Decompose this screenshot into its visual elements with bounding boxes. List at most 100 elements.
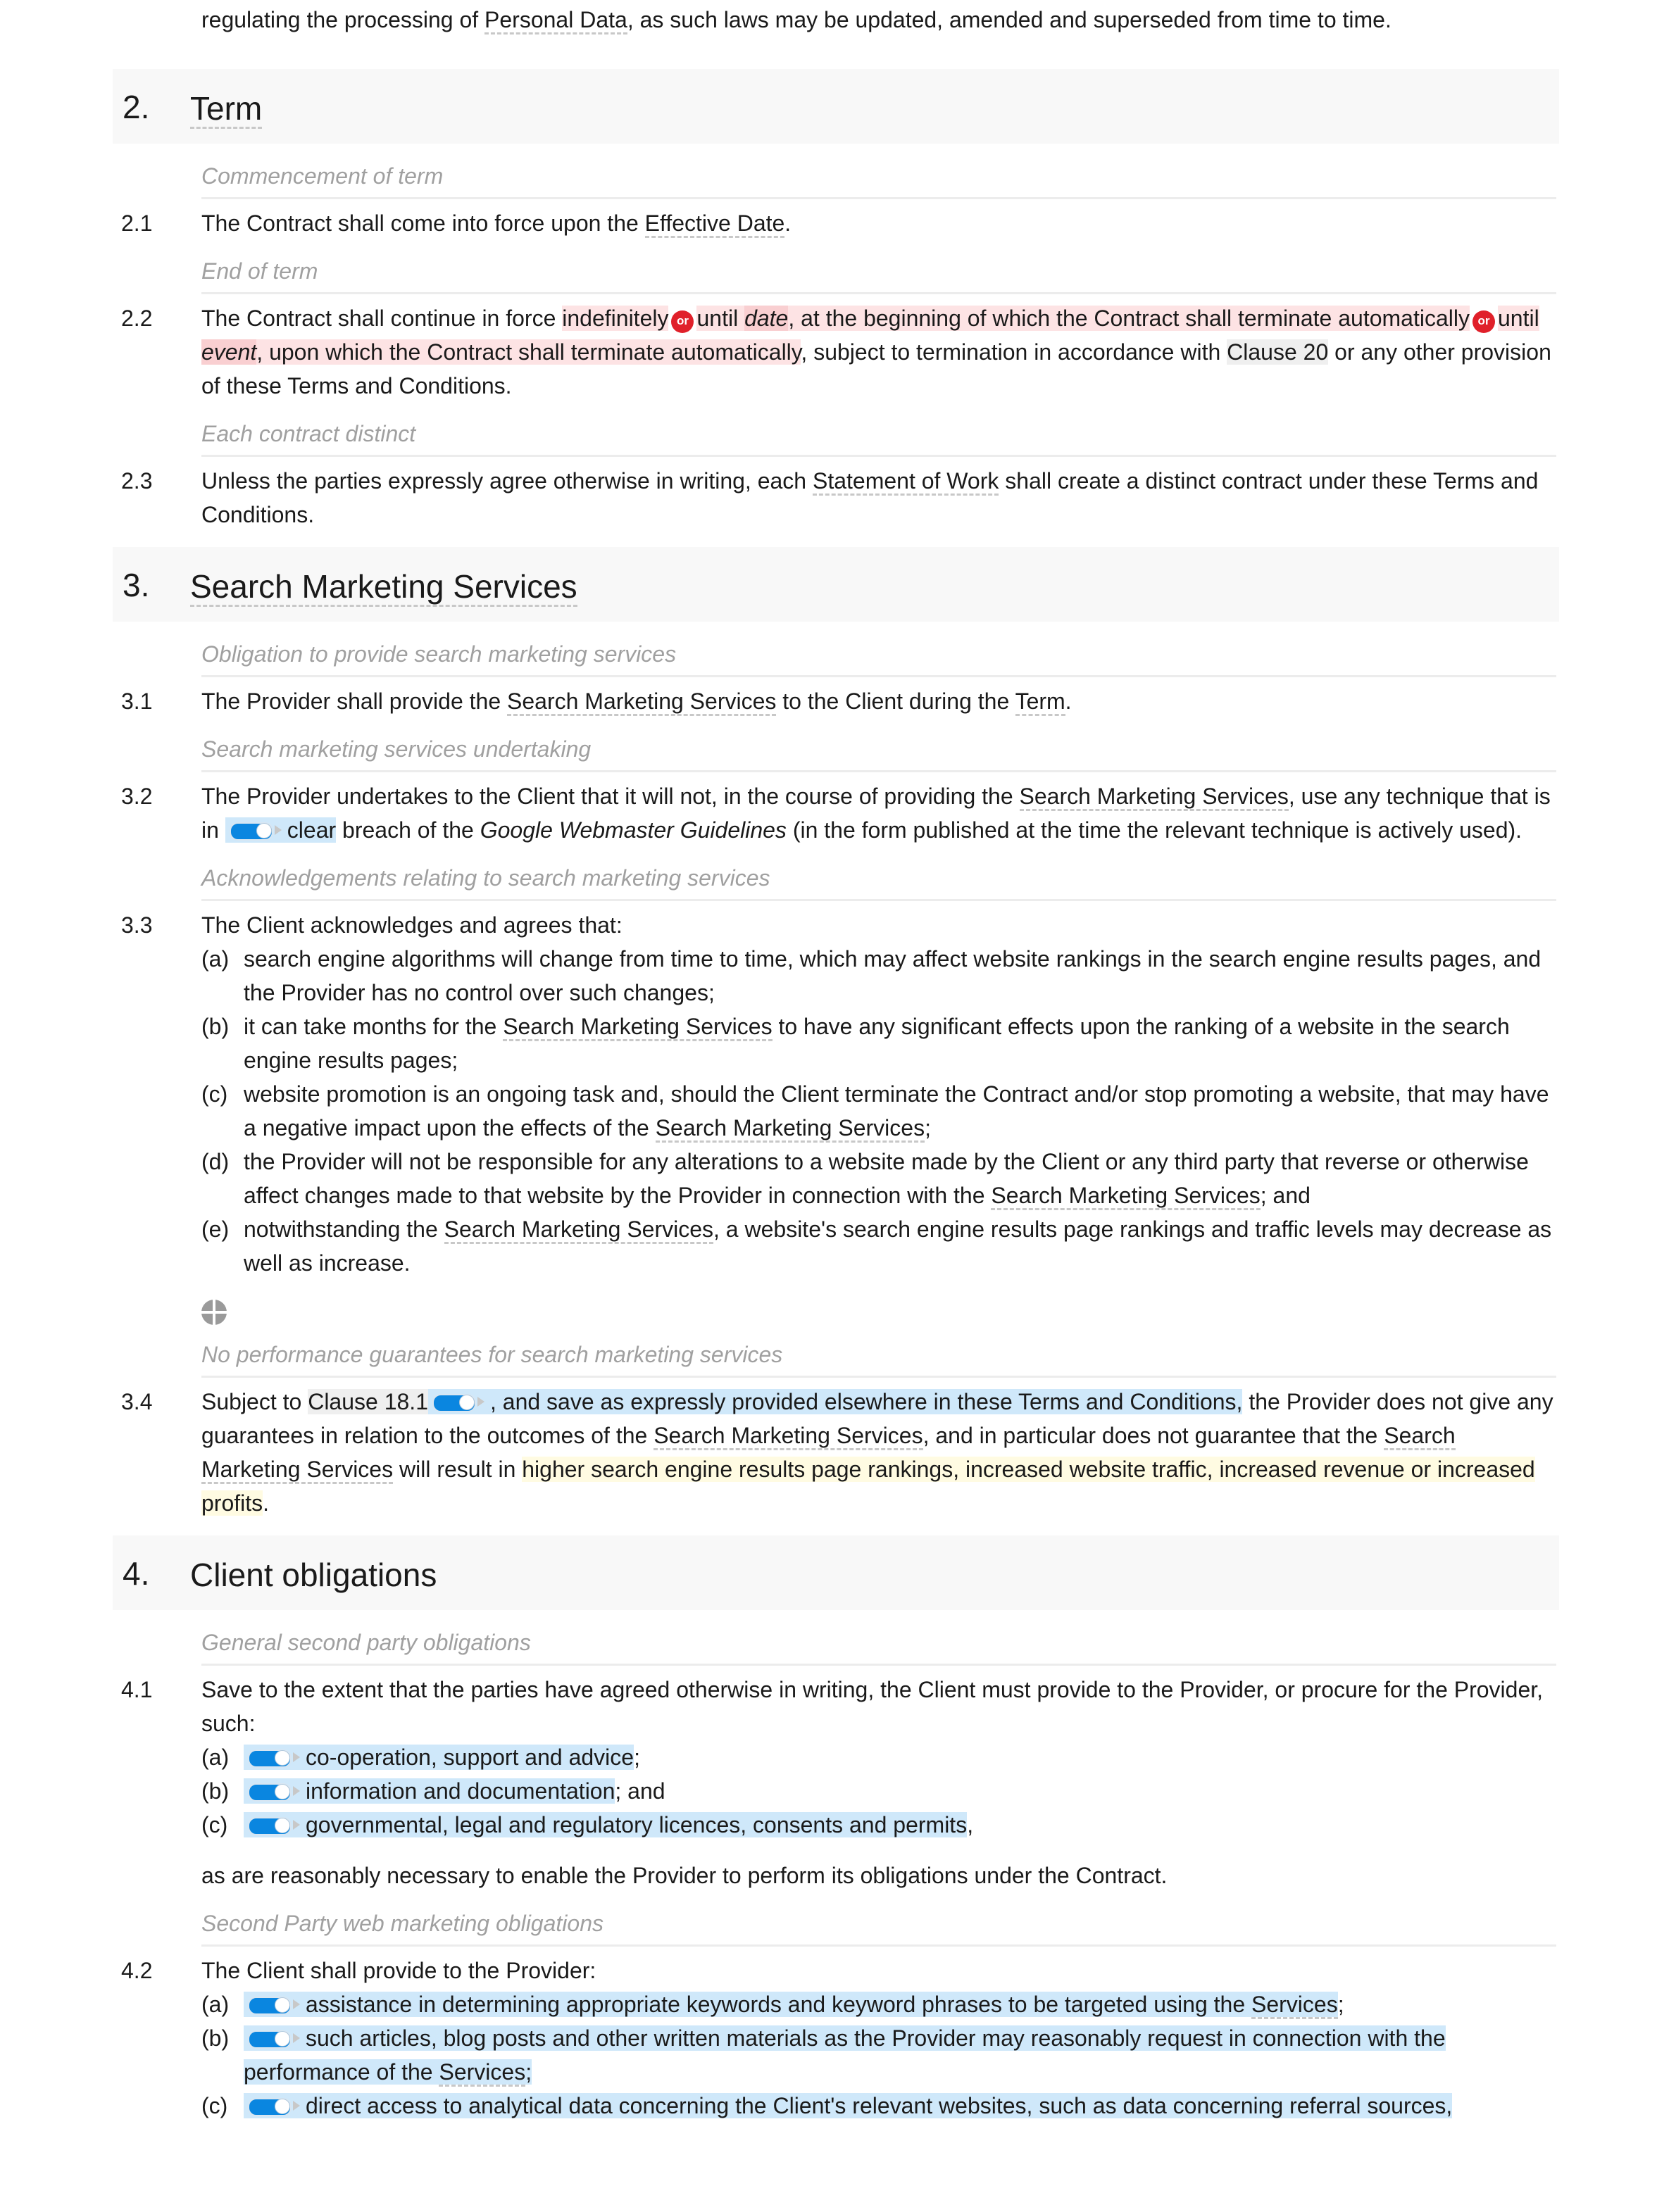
clause-number: 2.1 — [121, 210, 153, 236]
text: Unless the parties expressly agree other… — [201, 468, 813, 494]
section-heading-client-obligations: 4. Client obligations — [113, 1535, 1559, 1610]
defined-term[interactable]: Search Marketing Services — [655, 1115, 925, 1143]
text: The Contract shall come into force upon … — [201, 210, 645, 236]
defined-term[interactable]: Search Marketing Services — [991, 1183, 1261, 1210]
expand-arrow-icon — [293, 1786, 300, 1796]
defined-term[interactable]: Search Marketing Services — [653, 1423, 923, 1450]
defined-term[interactable]: Search Marketing Services — [444, 1217, 714, 1244]
clause-number: 3.1 — [121, 689, 153, 714]
expand-arrow-icon — [293, 1820, 300, 1830]
list-item: (b) information and documentation; and — [0, 1774, 1676, 1808]
section-heading-search-marketing-services: 3. Search Marketing Services — [113, 547, 1559, 622]
toggle-switch[interactable] — [248, 1780, 300, 1802]
defined-term-personal-data[interactable]: Personal Data — [484, 7, 627, 34]
list-item: (a) search engine algorithms will change … — [0, 942, 1676, 1010]
text: The Provider undertakes to the Client th… — [201, 784, 1020, 809]
or-option-icon[interactable]: or — [1472, 310, 1495, 333]
section-title[interactable]: Term — [190, 90, 263, 129]
clause-number: 4.2 — [121, 1958, 153, 1983]
text: , — [967, 1812, 974, 1837]
text: ; — [925, 1115, 931, 1140]
clause-4-1-outro: as are reasonably necessary to enable th… — [201, 1863, 1168, 1888]
defined-term[interactable]: Term — [1015, 689, 1065, 716]
intro-paragraph: regulating the processing of Personal Da… — [0, 3, 1676, 37]
expand-arrow-icon — [274, 825, 282, 835]
defined-term[interactable]: Services — [439, 2059, 526, 2087]
text: , and in particular does not guarantee t… — [923, 1423, 1384, 1448]
toggle-switch[interactable] — [248, 2095, 300, 2116]
list-label: (a) — [201, 1745, 230, 1770]
text: assistance in determining appropriate ke… — [306, 1992, 1251, 2017]
defined-term[interactable]: Services — [1251, 1992, 1338, 2019]
clause-2-2: 2.2 The Contract shall continue in force… — [0, 301, 1676, 403]
section-title[interactable]: Client obligations — [190, 1557, 437, 1593]
clause-3-2: 3.2 The Provider undertakes to the Clien… — [0, 779, 1676, 847]
defined-term[interactable]: Search Marketing Services — [507, 689, 777, 716]
section-title[interactable]: Search Marketing Services — [190, 568, 577, 607]
clause-subheading: Second Party web marketing obligations — [201, 1906, 1556, 1947]
section-number: 3. — [123, 567, 150, 603]
variable-date[interactable]: date — [744, 306, 789, 331]
optional-text: information and documentation — [244, 1778, 615, 1804]
toggle-switch[interactable] — [229, 819, 282, 841]
text: , at the beginning of which the Contract… — [788, 306, 1470, 331]
text: regulating the processing of — [201, 7, 485, 32]
text: ; and — [615, 1778, 665, 1804]
expand-arrow-icon — [293, 1999, 300, 2009]
toggle-knob — [275, 1784, 290, 1799]
defined-term-statement-of-work[interactable]: Statement of Work — [812, 468, 999, 496]
toggle-knob — [458, 1395, 475, 1410]
clause-3-1: 3.1 The Provider shall provide the Searc… — [0, 684, 1676, 718]
list-label: (c) — [201, 1081, 228, 1107]
clause-reference[interactable]: Clause 18.1 — [308, 1389, 428, 1414]
clause-number: 3.3 — [121, 912, 153, 938]
clause-2-1: 2.1 The Contract shall come into force u… — [0, 206, 1676, 240]
expand-arrow-icon — [293, 2033, 300, 2043]
toggle-switch[interactable] — [248, 2028, 300, 2049]
toggle-knob — [275, 2099, 290, 2114]
defined-term[interactable]: Search Marketing Services — [1019, 784, 1289, 811]
list-item: (c) website promotion is an ongoing task … — [0, 1077, 1676, 1145]
list-item: (a) co-operation, support and advice; — [0, 1740, 1676, 1774]
text: notwithstanding the — [244, 1217, 444, 1242]
text: , subject to termination in accordance w… — [801, 339, 1227, 365]
text: Subject to — [201, 1389, 308, 1414]
text: co-operation, support and advice — [306, 1745, 634, 1770]
clause-subheading: No performance guarantees for search mar… — [201, 1338, 1556, 1378]
text: it can take months for the — [244, 1014, 504, 1039]
toggle-switch[interactable] — [248, 1747, 300, 1768]
list-label: (a) — [201, 946, 230, 972]
optional-text: , and save as expressly provided elsewhe… — [427, 1389, 1243, 1414]
text: , upon which the Contract shall terminat… — [256, 339, 801, 365]
text: clear — [287, 817, 337, 843]
clause-reference[interactable]: Clause 20 — [1227, 339, 1329, 365]
add-clause-icon[interactable] — [201, 1300, 227, 1325]
list-item: (c) direct access to analytical data conc… — [0, 2089, 1676, 2123]
variable-event[interactable]: event — [201, 339, 257, 365]
or-option-icon[interactable]: or — [671, 310, 694, 333]
clause-subheading: Commencement of term — [201, 159, 1556, 199]
defined-term-effective-date[interactable]: Effective Date — [644, 210, 785, 238]
defined-term[interactable]: Search Marketing Services — [503, 1014, 773, 1041]
toggle-switch[interactable] — [432, 1391, 484, 1412]
text: . — [263, 1490, 270, 1516]
toggle-switch[interactable] — [248, 1814, 300, 1835]
text: , as such laws may be updated, amended a… — [627, 7, 1392, 32]
text: until — [696, 306, 745, 331]
text: The Provider shall provide the — [201, 689, 507, 714]
toggle-switch[interactable] — [248, 1994, 300, 2015]
section-number: 2. — [123, 89, 150, 125]
option-until-date[interactable]: until date, at the beginning of which th… — [696, 306, 1470, 331]
option-indefinitely[interactable]: indefinitely — [562, 306, 669, 331]
expand-arrow-icon — [293, 1752, 300, 1762]
list-label: (c) — [201, 2093, 228, 2118]
toggle-knob — [256, 823, 272, 838]
expand-arrow-icon — [293, 2101, 300, 2111]
text: will result in — [393, 1457, 523, 1482]
text: The Contract shall continue in force — [201, 306, 563, 331]
clause-number: 3.2 — [121, 784, 153, 809]
optional-text: governmental, legal and regulatory licen… — [244, 1812, 968, 1837]
section-heading-term: 2. Term — [113, 69, 1559, 144]
clause-number: 3.4 — [121, 1389, 153, 1414]
section-number: 4. — [123, 1555, 150, 1592]
